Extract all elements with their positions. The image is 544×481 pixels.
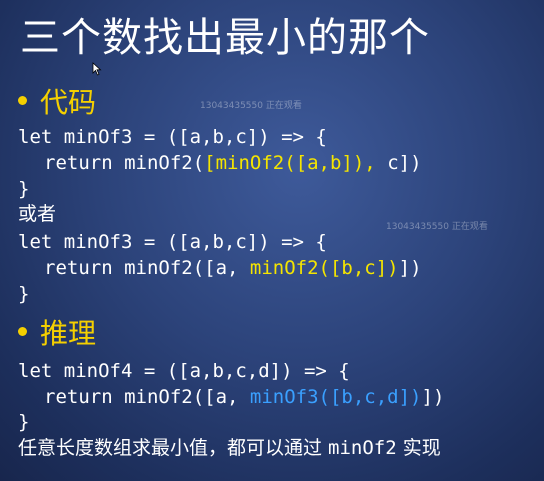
section-heading-reasoning-label: 推理	[40, 317, 97, 350]
viewer-watermark: 13043435550 正在观看	[200, 101, 302, 111]
code-line: let minOf3 = ([a,b,c]) => {	[18, 231, 327, 253]
bullet-dot-icon	[18, 95, 27, 105]
code-line: return minOf2([minOf2([a,b]), c])	[44, 150, 422, 176]
code-line: let minOf4 = ([a,b,c,d]) => {	[18, 360, 350, 382]
highlighted-code: [minOf2([a,b]),	[204, 152, 376, 174]
section-heading-code: 代码	[18, 86, 96, 120]
section-heading-reasoning: 推理	[18, 317, 96, 351]
code-segment: ])	[421, 386, 445, 408]
slide: 三个数找出最小的那个 代码 13043435550 正在观看 let minOf…	[0, 0, 544, 481]
conclusion-segment: 任意长度数组求最小值，都可以通过	[18, 437, 329, 459]
mouse-cursor-icon	[92, 62, 102, 76]
viewer-watermark: 13043435550 正在观看	[386, 222, 488, 232]
or-label: 或者	[18, 203, 57, 225]
bullet-dot-icon	[18, 326, 27, 336]
code-line: return minOf2([a, minOf2([b,c])])	[44, 255, 422, 281]
code-segment: return minOf2([a,	[44, 257, 250, 279]
conclusion-segment: 实现	[396, 437, 441, 459]
code-segment: return minOf2([a,	[44, 386, 250, 408]
code-line: }	[18, 283, 30, 305]
code-line: }	[18, 411, 30, 433]
code-segment: return minOf2(	[44, 152, 205, 174]
code-segment: c])	[375, 152, 422, 174]
conclusion-code: minOf2	[328, 437, 397, 459]
slide-title: 三个数找出最小的那个	[20, 15, 430, 61]
code-line: let minOf3 = ([a,b,c]) => {	[18, 126, 327, 148]
code-segment: ])	[398, 257, 422, 279]
code-line: }	[18, 178, 30, 200]
conclusion-text: 任意长度数组求最小值，都可以通过 minOf2 实现	[18, 435, 441, 461]
highlighted-code: minOf3([b,c,d])	[249, 386, 422, 408]
highlighted-code: minOf2([b,c])	[249, 257, 399, 279]
code-line: return minOf2([a, minOf3([b,c,d])])	[44, 384, 444, 410]
section-heading-code-label: 代码	[40, 86, 97, 119]
